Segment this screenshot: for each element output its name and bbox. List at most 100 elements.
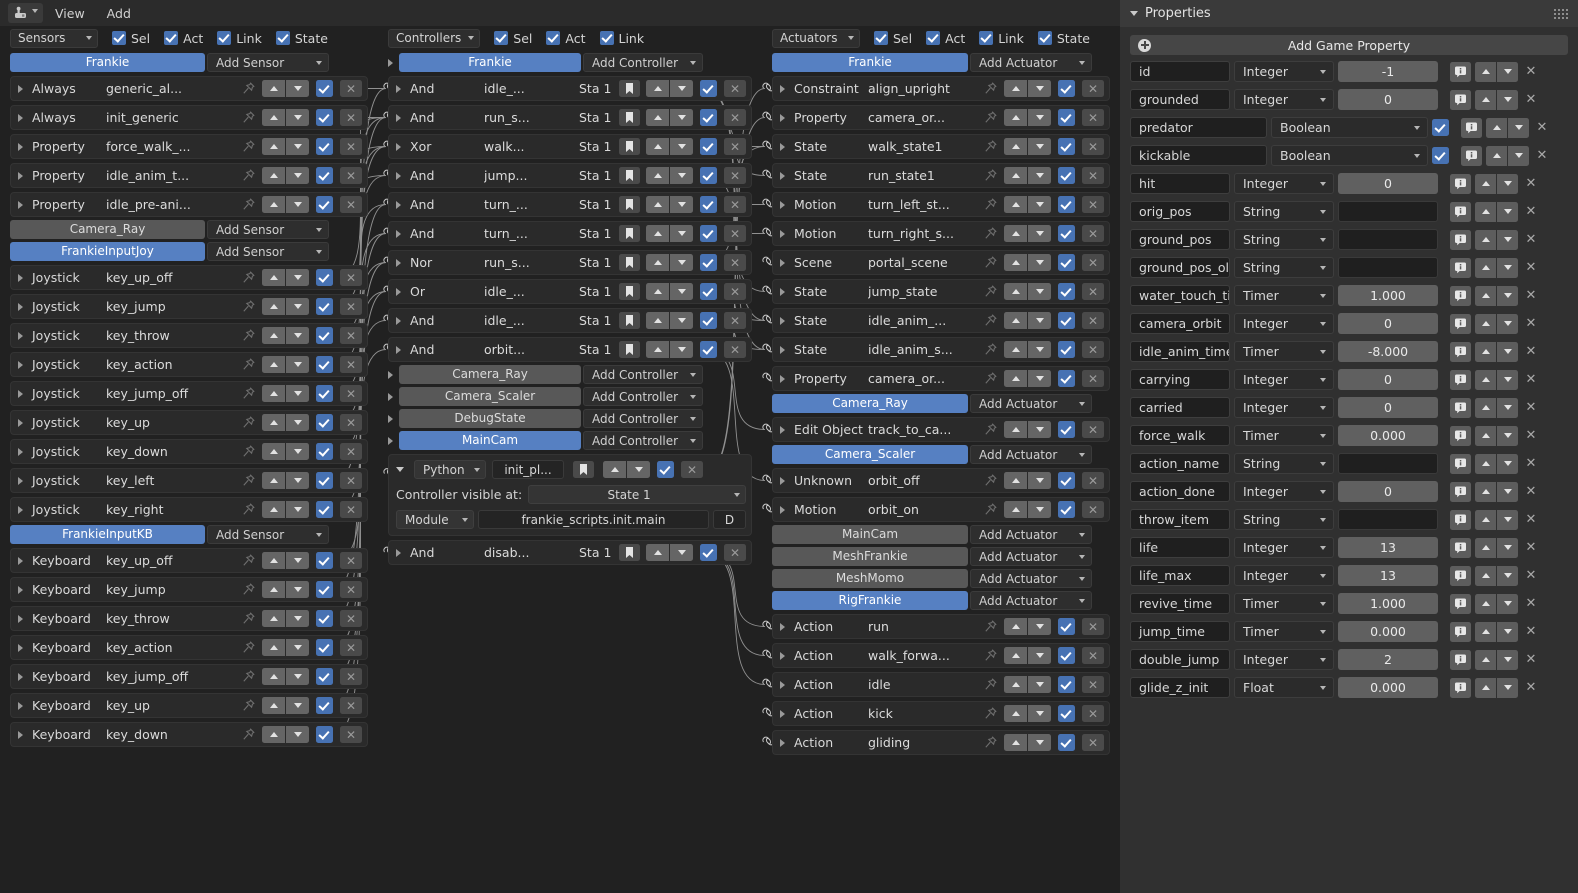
toggle-act[interactable]: Act xyxy=(546,31,586,46)
pin-icon[interactable] xyxy=(984,169,1000,182)
property-move-up-button[interactable] xyxy=(1475,537,1496,558)
pin-icon[interactable] xyxy=(242,300,258,313)
move-down-button[interactable] xyxy=(1028,734,1051,751)
bookmark-icon[interactable] xyxy=(619,544,640,561)
delete-button[interactable]: ✕ xyxy=(1082,705,1104,722)
expand-triangle-icon[interactable] xyxy=(18,701,23,710)
delete-button[interactable]: ✕ xyxy=(340,109,362,126)
pin-icon[interactable] xyxy=(984,227,1000,240)
expand-triangle-icon[interactable] xyxy=(18,643,23,652)
property-type-select[interactable]: String xyxy=(1234,257,1334,278)
move-down-button[interactable] xyxy=(670,109,693,126)
editor-type-selector[interactable] xyxy=(8,3,43,23)
delete-button[interactable]: ✕ xyxy=(724,80,746,97)
property-reorder-buttons[interactable] xyxy=(1475,257,1518,278)
menu-add[interactable]: Add xyxy=(97,4,141,23)
controller-name-field[interactable]: init_pl... xyxy=(492,460,564,479)
toggle-act[interactable]: Act xyxy=(926,31,965,46)
enable-checkbox[interactable] xyxy=(316,167,333,184)
move-up-button[interactable] xyxy=(262,269,285,286)
pin-icon[interactable] xyxy=(242,445,258,458)
move-down-button[interactable] xyxy=(670,283,693,300)
expand-triangle-icon[interactable] xyxy=(780,142,785,151)
module-path-field[interactable]: frankie_scripts.init.main xyxy=(478,510,709,529)
property-value-field[interactable]: -1 xyxy=(1338,61,1438,82)
move-up-button[interactable] xyxy=(1004,196,1027,213)
pin-icon[interactable] xyxy=(242,169,258,182)
property-move-up-button[interactable] xyxy=(1475,649,1496,670)
enable-checkbox[interactable] xyxy=(1058,196,1075,213)
move-down-button[interactable] xyxy=(670,196,693,213)
property-move-up-button[interactable] xyxy=(1475,285,1496,306)
delete-button[interactable]: ✕ xyxy=(1082,312,1104,329)
logic-brick-controllers[interactable]: Xor walk... Sta 1 ✕ xyxy=(388,134,752,159)
expand-triangle-icon[interactable] xyxy=(18,84,23,93)
property-move-up-button[interactable] xyxy=(1475,61,1496,82)
bookmark-icon[interactable] xyxy=(619,138,640,155)
property-type-select[interactable]: Integer xyxy=(1234,61,1334,82)
property-info-icon[interactable] xyxy=(1450,621,1471,642)
property-reorder-buttons[interactable] xyxy=(1486,117,1529,138)
enable-checkbox[interactable] xyxy=(316,298,333,315)
property-move-up-button[interactable] xyxy=(1475,453,1496,474)
property-reorder-buttons[interactable] xyxy=(1475,369,1518,390)
expand-triangle-icon[interactable] xyxy=(780,258,785,267)
toggle-link[interactable]: Link xyxy=(217,31,262,46)
move-down-button[interactable] xyxy=(1028,138,1051,155)
property-type-select[interactable]: Timer xyxy=(1234,593,1334,614)
actuators-add-button[interactable]: Add Actuator xyxy=(970,569,1092,588)
delete-button[interactable]: ✕ xyxy=(724,254,746,271)
property-type-select[interactable]: Timer xyxy=(1234,425,1334,446)
move-up-button[interactable] xyxy=(1004,109,1027,126)
pin-icon[interactable] xyxy=(242,271,258,284)
property-value-field[interactable] xyxy=(1338,453,1438,474)
enable-checkbox[interactable] xyxy=(1058,647,1075,664)
enable-checkbox[interactable] xyxy=(700,544,717,561)
enable-checkbox[interactable] xyxy=(316,639,333,656)
logic-brick-actuators[interactable]: Unknown orbit_off ✕ xyxy=(772,468,1110,493)
pin-icon[interactable] xyxy=(242,198,258,211)
script-mode-select[interactable]: Module xyxy=(396,510,474,529)
property-name-field[interactable]: hit xyxy=(1130,173,1230,194)
enable-checkbox[interactable] xyxy=(700,283,717,300)
logic-brick-controllers[interactable]: And disab... Sta 1 ✕ xyxy=(388,540,752,565)
bookmark-icon[interactable] xyxy=(619,283,640,300)
property-delete-button[interactable]: ✕ xyxy=(1522,680,1540,695)
expand-triangle-icon[interactable] xyxy=(18,113,23,122)
pin-icon[interactable] xyxy=(984,423,1000,436)
property-delete-button[interactable]: ✕ xyxy=(1522,260,1540,275)
pin-icon[interactable] xyxy=(242,670,258,683)
menu-view[interactable]: View xyxy=(45,4,95,23)
logic-brick-controllers[interactable]: And idle_... Sta 1 ✕ xyxy=(388,308,752,333)
delete-button[interactable]: ✕ xyxy=(1082,254,1104,271)
property-type-select[interactable]: Integer xyxy=(1234,481,1334,502)
delete-button[interactable]: ✕ xyxy=(1082,421,1104,438)
property-delete-button[interactable]: ✕ xyxy=(1522,596,1540,611)
property-delete-button[interactable]: ✕ xyxy=(1522,204,1540,219)
property-move-up-button[interactable] xyxy=(1475,89,1496,110)
controllers-add-button[interactable]: Add Controller xyxy=(583,431,703,450)
object-name-label[interactable]: Camera_Ray xyxy=(10,220,205,239)
move-up-button[interactable] xyxy=(262,610,285,627)
property-move-down-button[interactable] xyxy=(1497,649,1518,670)
enable-checkbox[interactable] xyxy=(1058,370,1075,387)
property-move-down-button[interactable] xyxy=(1497,397,1518,418)
property-name-field[interactable]: idle_anim_timer xyxy=(1130,341,1230,362)
property-name-field[interactable]: ground_pos xyxy=(1130,229,1230,250)
expand-triangle-icon[interactable] xyxy=(18,585,23,594)
move-up-button[interactable] xyxy=(262,414,285,431)
logic-brick-controllers[interactable]: And orbit... Sta 1 ✕ xyxy=(388,337,752,362)
sensors-add-button[interactable]: Add Sensor xyxy=(207,242,329,261)
pin-icon[interactable] xyxy=(984,343,1000,356)
property-name-field[interactable]: id xyxy=(1130,61,1230,82)
enable-checkbox[interactable] xyxy=(316,196,333,213)
property-info-icon[interactable] xyxy=(1461,117,1482,138)
property-move-down-button[interactable] xyxy=(1497,537,1518,558)
visible-state-select[interactable]: State 1 xyxy=(528,485,746,504)
move-down-button[interactable] xyxy=(286,298,309,315)
logic-brick-sensors[interactable]: Keyboard key_up ✕ xyxy=(10,693,368,718)
enable-checkbox[interactable] xyxy=(316,610,333,627)
property-reorder-buttons[interactable] xyxy=(1475,313,1518,334)
property-move-down-button[interactable] xyxy=(1508,117,1529,138)
enable-checkbox[interactable] xyxy=(1058,254,1075,271)
